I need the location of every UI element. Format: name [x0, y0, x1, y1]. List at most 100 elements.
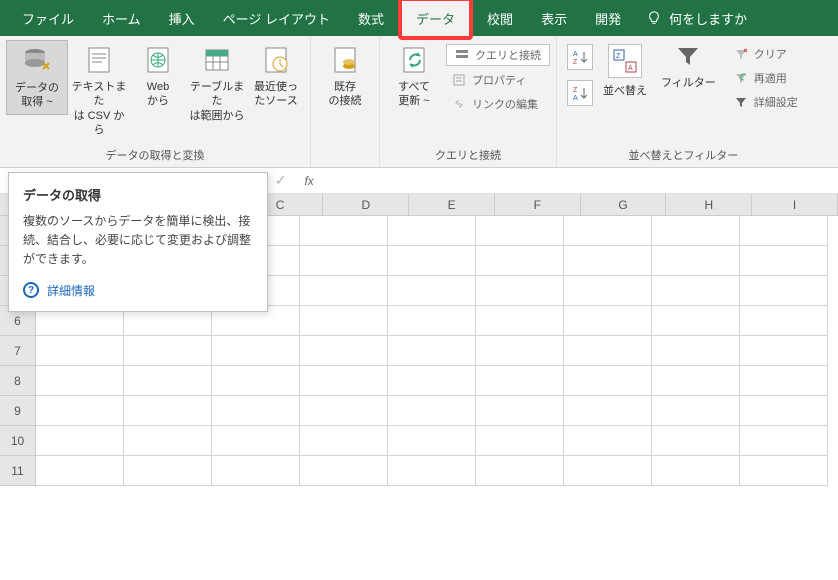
cell[interactable] — [300, 456, 388, 486]
cell[interactable] — [740, 366, 828, 396]
cell[interactable] — [300, 306, 388, 336]
get-data-button[interactable]: データの 取得 ~ — [6, 40, 68, 115]
tab-developer[interactable]: 開発 — [581, 1, 635, 36]
cell[interactable] — [124, 336, 212, 366]
cell[interactable] — [740, 426, 828, 456]
cell[interactable] — [564, 366, 652, 396]
cell[interactable] — [476, 336, 564, 366]
cell[interactable] — [564, 246, 652, 276]
cell[interactable] — [740, 336, 828, 366]
tab-home[interactable]: ホーム — [88, 1, 155, 36]
cell[interactable] — [652, 366, 740, 396]
cell[interactable] — [36, 396, 124, 426]
recent-sources-button[interactable]: 最近使っ たソース — [248, 40, 304, 113]
cell[interactable] — [36, 426, 124, 456]
cell[interactable] — [652, 246, 740, 276]
cell[interactable] — [124, 426, 212, 456]
queries-connections-button[interactable]: クエリと接続 — [446, 44, 550, 66]
cell[interactable] — [476, 366, 564, 396]
cell[interactable] — [740, 276, 828, 306]
cell[interactable] — [652, 336, 740, 366]
cell[interactable] — [564, 306, 652, 336]
filter-button[interactable]: フィルター — [653, 40, 724, 94]
clear-button[interactable]: クリア — [728, 44, 804, 64]
row-header[interactable]: 9 — [0, 396, 36, 426]
cell[interactable] — [388, 366, 476, 396]
cell[interactable] — [300, 336, 388, 366]
reapply-button[interactable]: 再適用 — [728, 68, 804, 88]
col-header[interactable]: G — [581, 194, 667, 215]
row-header[interactable]: 11 — [0, 456, 36, 486]
properties-button[interactable]: プロパティ — [446, 70, 550, 90]
cell[interactable] — [124, 366, 212, 396]
sort-button[interactable]: ZA 並べ替え — [597, 40, 653, 102]
cell[interactable] — [36, 366, 124, 396]
cell[interactable] — [212, 366, 300, 396]
cell[interactable] — [564, 216, 652, 246]
cell[interactable] — [300, 426, 388, 456]
cell[interactable] — [740, 306, 828, 336]
fx-icon[interactable]: fx — [304, 174, 313, 188]
cell[interactable] — [36, 456, 124, 486]
cell[interactable] — [564, 396, 652, 426]
from-web-button[interactable]: Web から — [130, 40, 186, 113]
cell[interactable] — [124, 456, 212, 486]
cell[interactable] — [476, 396, 564, 426]
col-header[interactable]: E — [409, 194, 495, 215]
cell[interactable] — [388, 306, 476, 336]
cell[interactable] — [476, 426, 564, 456]
cell[interactable] — [388, 216, 476, 246]
cell[interactable] — [740, 456, 828, 486]
row-header[interactable]: 10 — [0, 426, 36, 456]
cell[interactable] — [652, 276, 740, 306]
tab-view[interactable]: 表示 — [527, 1, 581, 36]
col-header[interactable]: I — [752, 194, 838, 215]
cell[interactable] — [564, 276, 652, 306]
cell[interactable] — [476, 456, 564, 486]
cell[interactable] — [476, 306, 564, 336]
cell[interactable] — [740, 216, 828, 246]
cell[interactable] — [300, 216, 388, 246]
edit-links-button[interactable]: リンクの編集 — [446, 94, 550, 114]
cell[interactable] — [388, 246, 476, 276]
row-header[interactable]: 7 — [0, 336, 36, 366]
cell[interactable] — [300, 246, 388, 276]
cell[interactable] — [388, 336, 476, 366]
cell[interactable] — [212, 456, 300, 486]
cell[interactable] — [652, 396, 740, 426]
cell[interactable] — [476, 216, 564, 246]
refresh-all-button[interactable]: すべて 更新 ~ — [386, 40, 442, 113]
cell[interactable] — [652, 426, 740, 456]
cell[interactable] — [652, 216, 740, 246]
formula-input[interactable] — [328, 172, 838, 190]
sort-desc-button[interactable]: ZA — [567, 80, 593, 106]
confirm-icon[interactable]: ✓ — [275, 172, 287, 189]
cell[interactable] — [36, 336, 124, 366]
cell[interactable] — [300, 276, 388, 306]
cell[interactable] — [300, 396, 388, 426]
cell[interactable] — [300, 366, 388, 396]
cell[interactable] — [388, 396, 476, 426]
cell[interactable] — [212, 336, 300, 366]
row-header[interactable]: 8 — [0, 366, 36, 396]
cell[interactable] — [740, 396, 828, 426]
tab-pagelayout[interactable]: ページ レイアウト — [209, 1, 344, 36]
cell[interactable] — [476, 276, 564, 306]
col-header[interactable]: F — [495, 194, 581, 215]
tab-formulas[interactable]: 数式 — [344, 1, 398, 36]
tab-review[interactable]: 校閲 — [473, 1, 527, 36]
existing-connections-button[interactable]: 既存 の接続 — [317, 40, 373, 113]
cell[interactable] — [564, 456, 652, 486]
tab-file[interactable]: ファイル — [8, 1, 88, 36]
from-text-csv-button[interactable]: テキストまた は CSV から — [68, 40, 130, 141]
advanced-button[interactable]: 詳細設定 — [728, 92, 804, 112]
sort-asc-button[interactable]: AZ — [567, 44, 593, 70]
tooltip-link[interactable]: ? 詳細情報 — [23, 282, 253, 299]
cell[interactable] — [212, 396, 300, 426]
cell[interactable] — [652, 306, 740, 336]
cell[interactable] — [564, 336, 652, 366]
cell[interactable] — [476, 246, 564, 276]
tab-data[interactable]: データ — [402, 1, 469, 36]
cell[interactable] — [124, 396, 212, 426]
cell[interactable] — [740, 246, 828, 276]
